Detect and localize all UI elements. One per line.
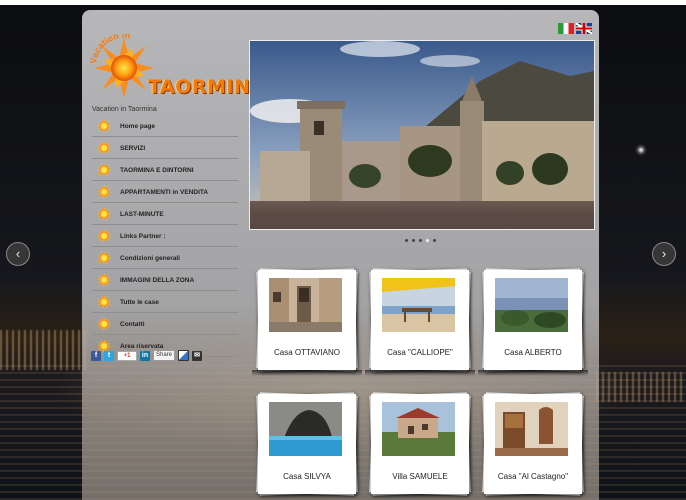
- property-name: Casa SILVYA: [283, 472, 331, 481]
- menu-item-home[interactable]: Home page: [92, 116, 238, 137]
- property-photo: [382, 278, 455, 332]
- sun-bullet-icon: [98, 186, 110, 198]
- property-name: Villa SAMUELE: [392, 472, 448, 481]
- slide-dot[interactable]: [419, 239, 422, 242]
- linkedin-icon[interactable]: in: [140, 350, 150, 361]
- menu-item-label: Contatti: [120, 320, 145, 328]
- menu-item-contatti[interactable]: Contatti: [92, 314, 238, 335]
- interior-photo: [495, 402, 568, 456]
- menu-item-label: Tutte le case: [120, 298, 159, 306]
- property-name: Casa ALBERTO: [504, 348, 562, 357]
- property-photo: [495, 278, 568, 332]
- slide-dot-active[interactable]: [426, 239, 429, 242]
- background-next-button[interactable]: ›: [652, 242, 676, 266]
- sun-bullet-icon: [98, 120, 110, 132]
- italian-flag-icon[interactable]: [558, 23, 574, 34]
- property-photo: [269, 278, 342, 332]
- slideshow-dots: [405, 239, 436, 242]
- slide-dot[interactable]: [433, 239, 436, 242]
- tagline: Vacation in Taormina: [92, 106, 157, 113]
- property-card[interactable]: Villa SAMUELE: [369, 392, 471, 496]
- menu-item-last-minute[interactable]: LAST-MINUTE: [92, 204, 238, 225]
- card-front: Villa SAMUELE: [371, 394, 469, 494]
- alley-photo: [269, 278, 342, 332]
- menu-item-servizi[interactable]: SERVIZI: [92, 138, 238, 159]
- language-switcher: [558, 23, 592, 34]
- property-card[interactable]: Casa ALBERTO: [478, 268, 588, 376]
- menu-item-label: Links Partner :: [120, 232, 166, 240]
- city-lights-left: [0, 330, 90, 370]
- sun-bullet-icon: [98, 318, 110, 330]
- main-panel: Vacation in TAORMINA Vacation in Taormin…: [82, 10, 599, 500]
- menu-item-label: LAST-MINUTE: [120, 210, 164, 218]
- menu-item-label: Area riservata: [120, 342, 164, 350]
- sun-bullet-icon: [98, 164, 110, 176]
- card-shadow: [365, 370, 475, 376]
- property-name: Casa OTTAVIANO: [274, 348, 340, 357]
- card-front: Casa ALBERTO: [484, 270, 582, 370]
- property-card[interactable]: Casa "CALLIOPE": [365, 268, 475, 376]
- menu-item-label: SERVIZI: [120, 144, 146, 152]
- sun-bullet-icon: [98, 274, 110, 286]
- background-prev-button[interactable]: ‹: [6, 242, 30, 266]
- logo-title: TAORMINA: [148, 76, 266, 98]
- card-front: Casa "Al Castagno": [484, 394, 582, 494]
- menu-item-tutte-case[interactable]: Tutte le case: [92, 292, 238, 313]
- email-icon[interactable]: ✉: [192, 350, 203, 361]
- property-photo: [382, 402, 455, 456]
- menu-item-label: Home page: [120, 122, 156, 130]
- slideshow-image[interactable]: [249, 40, 595, 230]
- slide-dot[interactable]: [412, 239, 415, 242]
- twitter-icon[interactable]: t: [104, 350, 114, 361]
- menu-item-taormina[interactable]: TAORMINA E DINTORNI: [92, 160, 238, 181]
- delicious-icon[interactable]: [178, 350, 190, 361]
- sun-bullet-icon: [98, 208, 110, 220]
- property-photo: [495, 402, 568, 456]
- menu-item-label: APPARTAMENTI in VENDITA: [120, 188, 209, 196]
- social-share-bar: f t +1 in Share ✉: [91, 350, 203, 361]
- top-strip: [0, 0, 686, 5]
- taormina-piazza-photo: [250, 41, 594, 229]
- site-logo[interactable]: Vacation in TAORMINA: [88, 30, 265, 98]
- google-plus-button[interactable]: +1: [117, 350, 137, 361]
- menu-item-condizioni[interactable]: Condizioni generali: [92, 248, 238, 269]
- menu-item-label: IMMAGINI DELLA ZONA: [120, 276, 195, 284]
- sun-bullet-icon: [98, 252, 110, 264]
- terrace-photo: [382, 278, 455, 332]
- card-shadow: [252, 370, 362, 376]
- menu-item-label: TAORMINA E DINTORNI: [120, 166, 194, 174]
- menu-item-label: Condizioni generali: [120, 254, 180, 262]
- property-card[interactable]: Casa SILVYA: [256, 392, 358, 496]
- sun-bullet-icon: [98, 142, 110, 154]
- card-front: Casa OTTAVIANO: [258, 270, 356, 370]
- card-shadow: [478, 370, 588, 376]
- property-name: Casa "CALLIOPE": [387, 348, 453, 357]
- uk-flag-icon[interactable]: [576, 23, 592, 34]
- property-name: Casa "Al Castagno": [497, 472, 569, 481]
- property-card[interactable]: Casa OTTAVIANO: [252, 268, 362, 376]
- property-card[interactable]: Casa "Al Castagno": [482, 392, 584, 496]
- sun-bullet-icon: [98, 296, 110, 308]
- menu-item-immagini[interactable]: IMMAGINI DELLA ZONA: [92, 270, 238, 291]
- villa-photo: [382, 402, 455, 456]
- linkedin-share-label[interactable]: Share: [153, 350, 176, 361]
- card-front: Casa "CALLIOPE": [371, 270, 469, 370]
- main-menu: Home page SERVIZI TAORMINA E DINTORNI AP…: [92, 116, 238, 358]
- sun-bullet-icon: [98, 230, 110, 242]
- facebook-icon[interactable]: f: [91, 350, 101, 361]
- slide-dot[interactable]: [405, 239, 408, 242]
- card-front: Casa SILVYA: [258, 394, 356, 494]
- sea-view-photo: [495, 278, 568, 332]
- property-photo: [269, 402, 342, 456]
- menu-item-appartamenti[interactable]: APPARTAMENTI in VENDITA: [92, 182, 238, 203]
- menu-item-links[interactable]: Links Partner :: [92, 226, 238, 247]
- grotto-photo: [269, 402, 342, 456]
